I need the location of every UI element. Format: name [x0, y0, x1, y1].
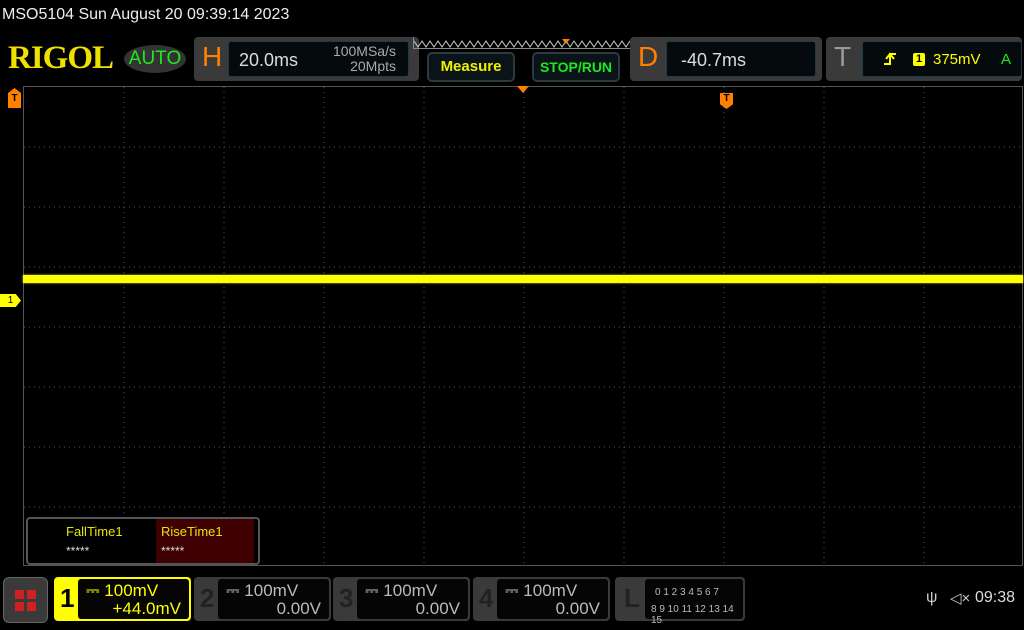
delay-label: D [638, 41, 659, 72]
channel-scale-value: 100mV [383, 581, 438, 600]
delay-value: -40.7ms [681, 50, 747, 70]
channel1-offset-marker[interactable]: 1 [0, 294, 21, 307]
mute-icon[interactable]: ◁× [950, 589, 970, 607]
trigger-source-badge: 1 [913, 53, 925, 66]
trigger-level: 375mV [933, 51, 981, 68]
channel-offset: 0.00V [276, 599, 321, 618]
measurement-value: ***** [66, 544, 90, 558]
memory-depth: 20Mpts [350, 58, 396, 74]
trigger-position-marker[interactable]: T [8, 88, 21, 108]
channel-scale: ⎓ 100mV [365, 581, 438, 600]
channel-scale-value: 100mV [244, 581, 299, 600]
channel-scale: ⎓ 100mV [226, 581, 299, 600]
usb-icon: ψ [926, 589, 938, 606]
trigger-panel[interactable]: T 1 375mV A [826, 37, 1022, 81]
channel-scale: ⎓ 100mV [86, 581, 159, 600]
measurement-panel: FallTime1 ***** RiseTime1 ***** [26, 517, 260, 565]
stop-run-button[interactable]: STOP/RUN [532, 52, 620, 82]
rising-edge-icon [884, 52, 896, 65]
channel-number: 1 [60, 583, 75, 613]
trigger-label: T [834, 41, 852, 72]
measurement-value: ***** [161, 544, 185, 558]
channel-scale-value: 100mV [104, 581, 159, 600]
trigger-mode-badge[interactable]: AUTO [124, 45, 186, 73]
sample-rate: 100MSa/s [332, 43, 396, 59]
logic-row-2: 8 9 10 11 12 13 14 15 [651, 604, 734, 626]
horizontal-center-marker [517, 86, 529, 93]
channel-2-button[interactable]: 2 ⎓ 100mV 0.00V [194, 577, 331, 621]
channel-4-button[interactable]: 4 ⎓ 100mV 0.00V [473, 577, 610, 621]
timebase-value: 20.0ms [239, 50, 299, 70]
logic-row-1: 0 1 2 3 4 5 6 7 [655, 587, 719, 598]
logic-label: L [624, 583, 640, 613]
waveform-grid [23, 86, 1024, 567]
channel-offset: 0.00V [415, 599, 460, 618]
channel-number: 2 [200, 583, 215, 613]
channel-number: 4 [479, 583, 494, 613]
channel-number: 3 [339, 583, 354, 613]
channel-scale-value: 100mV [523, 581, 578, 600]
horizontal-panel[interactable]: H 20.0ms 100MSa/s 20Mpts [194, 37, 419, 81]
channel-3-button[interactable]: 3 ⎓ 100mV 0.00V [333, 577, 470, 621]
channel1-trace [23, 275, 1023, 283]
channel-1-button[interactable]: 1 ⎓ 100mV +44.0mV [54, 577, 191, 621]
channel-offset: 0.00V [555, 599, 600, 618]
main-menu-button[interactable] [3, 577, 48, 623]
delay-panel[interactable]: D -40.7ms [630, 37, 822, 81]
channel-scale: ⎓ 100mV [505, 581, 578, 600]
clock: 09:38 [975, 589, 1016, 606]
horizontal-label: H [202, 41, 223, 72]
timeline-trigger-marker [562, 39, 570, 44]
logic-channels-button[interactable]: L 0 1 2 3 4 5 6 7 8 9 10 11 12 13 14 15 [615, 577, 745, 626]
measurement-name: RiseTime1 [161, 524, 223, 539]
sweep-mode: A [1001, 51, 1012, 68]
channel-offset: +44.0mV [112, 599, 181, 618]
window-title: MSO5104 Sun August 20 09:39:14 2023 [2, 6, 290, 23]
measurement-name: FallTime1 [66, 524, 123, 539]
rigol-logo: RIGOL [8, 40, 114, 76]
grid-menu-icon [15, 590, 36, 611]
waveform-timeline [413, 37, 635, 49]
measure-button[interactable]: Measure [427, 52, 515, 82]
